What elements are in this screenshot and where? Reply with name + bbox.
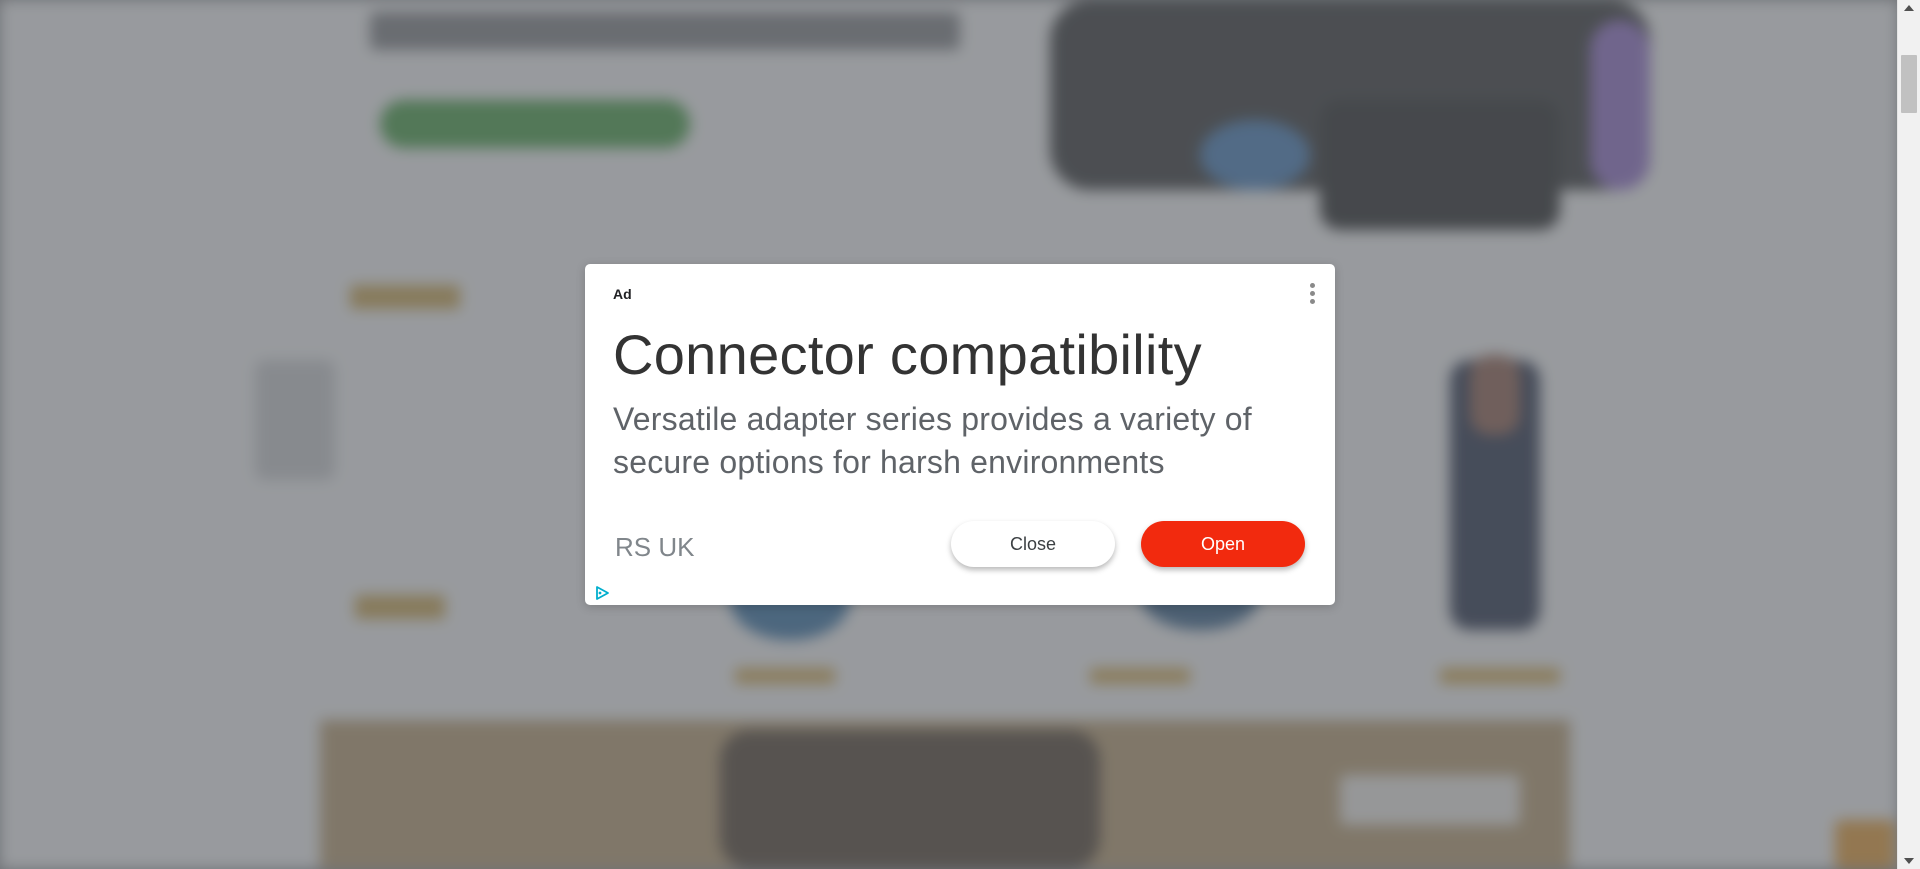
scroll-up-arrow-icon[interactable] bbox=[1904, 5, 1914, 11]
scroll-thumb[interactable] bbox=[1901, 55, 1917, 113]
adchoices-play-icon[interactable] bbox=[594, 585, 610, 601]
ad-description[interactable]: Versatile adapter series provides a vari… bbox=[613, 398, 1313, 484]
scroll-down-arrow-icon[interactable] bbox=[1904, 858, 1914, 864]
ad-badge: Ad bbox=[613, 286, 632, 302]
ad-advertiser[interactable]: RS UK bbox=[615, 532, 694, 563]
open-button[interactable]: Open bbox=[1141, 521, 1305, 567]
ad-dialog: Ad Connector compatibility Versatile ada… bbox=[585, 264, 1335, 605]
close-button[interactable]: Close bbox=[951, 521, 1115, 567]
ad-headline[interactable]: Connector compatibility bbox=[613, 322, 1202, 387]
vertical-scrollbar[interactable] bbox=[1897, 0, 1920, 869]
vertical-dots-icon[interactable] bbox=[1307, 283, 1317, 307]
